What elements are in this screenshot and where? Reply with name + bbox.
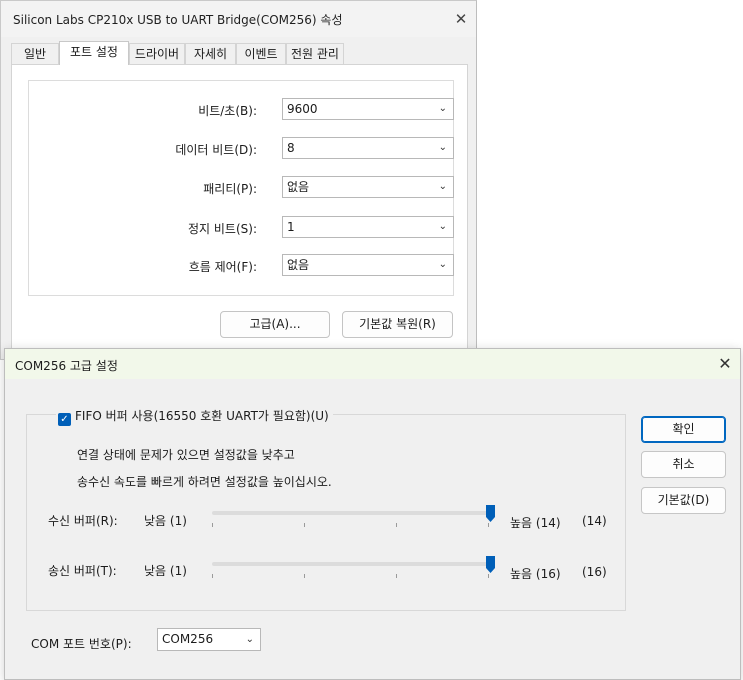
baud-rate-label: 비트/초(B): — [198, 104, 257, 118]
tab-driver[interactable]: 드라이버 — [129, 43, 185, 64]
transmit-buffer-min-label: 낮음 (1) — [144, 564, 187, 578]
tab-events[interactable]: 이벤트 — [236, 43, 286, 64]
stop-bits-select[interactable]: 1 ⌄ — [282, 216, 454, 238]
port-settings-group: 비트/초(B): 9600 ⌄ 데이터 비트(D): 8 ⌄ 패리티(P): 없… — [28, 80, 454, 296]
baud-rate-select[interactable]: 9600 ⌄ — [282, 98, 454, 120]
fifo-checkbox[interactable]: ✓ FIFO 버퍼 사용(16550 호환 UART가 필요함)(U) — [56, 408, 333, 426]
flow-control-label: 흐름 제어(F): — [188, 260, 257, 274]
properties-window: Silicon Labs CP210x USB to UART Bridge(C… — [0, 0, 477, 364]
advanced-dialog-title: COM256 고급 설정 — [15, 359, 118, 373]
stop-bits-value: 1 — [287, 220, 295, 234]
properties-window-title: Silicon Labs CP210x USB to UART Bridge(C… — [13, 13, 343, 27]
chevron-down-icon: ⌄ — [438, 181, 447, 192]
slider-tick — [304, 574, 305, 578]
data-bits-value: 8 — [287, 141, 295, 155]
description-line-2: 송수신 속도를 빠르게 하려면 설정값을 높이십시오. — [77, 475, 332, 489]
stop-bits-label: 정지 비트(S): — [188, 222, 257, 236]
transmit-buffer-track — [212, 562, 490, 566]
tab-general[interactable]: 일반 — [11, 43, 59, 64]
checkmark-icon: ✓ — [58, 413, 71, 426]
transmit-buffer-label: 송신 버퍼(T): — [48, 564, 117, 578]
receive-buffer-label: 수신 버퍼(R): — [48, 514, 118, 528]
advanced-button[interactable]: 고급(A)... — [220, 311, 330, 338]
slider-tick — [212, 574, 213, 578]
properties-titlebar: Silicon Labs CP210x USB to UART Bridge(C… — [1, 1, 476, 37]
chevron-down-icon: ⌄ — [438, 259, 447, 270]
chevron-down-icon: ⌄ — [438, 221, 447, 232]
description-line-1: 연결 상태에 문제가 있으면 설정값을 낮추고 — [77, 448, 295, 462]
port-settings-page: 비트/초(B): 9600 ⌄ 데이터 비트(D): 8 ⌄ 패리티(P): 없… — [11, 64, 468, 364]
receive-buffer-track — [212, 511, 490, 515]
chevron-down-icon: ⌄ — [438, 103, 447, 114]
receive-buffer-thumb[interactable] — [485, 504, 496, 523]
data-bits-select[interactable]: 8 ⌄ — [282, 137, 454, 159]
advanced-titlebar: COM256 고급 설정 ✕ — [5, 349, 740, 379]
slider-tick — [488, 574, 489, 578]
slider-tick — [212, 523, 213, 527]
advanced-close-icon[interactable]: ✕ — [715, 354, 735, 374]
parity-value: 없음 — [287, 180, 310, 194]
properties-close-icon[interactable]: ✕ — [451, 9, 471, 29]
receive-buffer-max-label: 높음 (14) — [510, 516, 561, 530]
com-port-value: COM256 — [162, 632, 214, 646]
tab-port-settings[interactable]: 포트 설정 — [59, 41, 129, 65]
com-port-select[interactable]: COM256 ⌄ — [157, 628, 261, 651]
slider-tick — [396, 523, 397, 527]
advanced-settings-dialog: COM256 고급 설정 ✕ ✓ FIFO 버퍼 사용(16550 호환 UART… — [4, 348, 741, 680]
slider-tick — [304, 523, 305, 527]
parity-select[interactable]: 없음 ⌄ — [282, 176, 454, 198]
flow-control-value: 없음 — [287, 258, 310, 272]
receive-buffer-current: (14) — [582, 514, 607, 528]
cancel-button[interactable]: 취소 — [641, 451, 726, 478]
fifo-checkbox-label: FIFO 버퍼 사용(16550 호환 UART가 필요함)(U) — [75, 409, 329, 423]
ok-button[interactable]: 확인 — [641, 416, 726, 443]
transmit-buffer-current: (16) — [582, 565, 607, 579]
chevron-down-icon: ⌄ — [438, 142, 447, 153]
tab-power-management[interactable]: 전원 관리 — [286, 43, 344, 64]
baud-rate-value: 9600 — [287, 102, 318, 116]
transmit-buffer-thumb[interactable] — [485, 555, 496, 574]
receive-buffer-min-label: 낮음 (1) — [144, 514, 187, 528]
chevron-down-icon: ⌄ — [245, 634, 254, 645]
transmit-buffer-max-label: 높음 (16) — [510, 567, 561, 581]
slider-tick — [396, 574, 397, 578]
data-bits-label: 데이터 비트(D): — [175, 143, 257, 157]
restore-defaults-button[interactable]: 기본값 복원(R) — [342, 311, 453, 338]
flow-control-select[interactable]: 없음 ⌄ — [282, 254, 454, 276]
parity-label: 패리티(P): — [203, 182, 257, 196]
defaults-button[interactable]: 기본값(D) — [641, 487, 726, 514]
tab-details[interactable]: 자세히 — [185, 43, 236, 64]
com-port-label: COM 포트 번호(P): — [31, 637, 132, 651]
slider-tick — [488, 523, 489, 527]
